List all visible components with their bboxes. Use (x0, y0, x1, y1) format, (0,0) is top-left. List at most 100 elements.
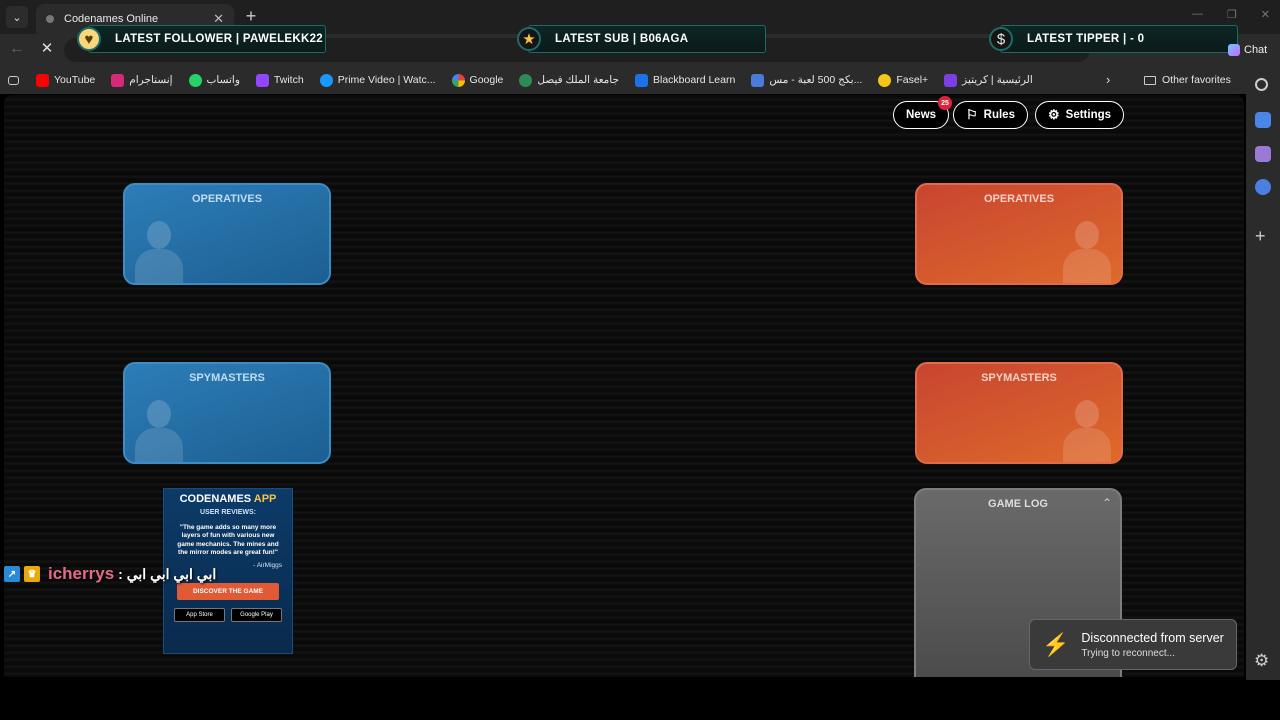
close-window-icon[interactable]: ✕ (1261, 8, 1270, 21)
copilot-chat-icon (1228, 44, 1240, 56)
creators-icon (944, 73, 958, 87)
bookmark-label: Prime Video | Watc... (337, 74, 436, 86)
chat-button[interactable]: Chat (1228, 40, 1267, 60)
back-arrow-icon[interactable]: ← (8, 40, 26, 58)
game-log-label: GAME LOG (988, 498, 1048, 510)
blue-operatives-label: OPERATIVES (191, 193, 263, 205)
other-favorites-label: Other favorites (1162, 74, 1231, 86)
crown-badge-icon: ♛ (24, 566, 40, 582)
news-button[interactable]: News 25 (893, 96, 953, 129)
vip-badge-icon: ↗ (4, 566, 20, 582)
toast-subtitle: Trying to reconnect... (1081, 647, 1175, 659)
chat-username: icherrys (48, 564, 115, 583)
ad-title: CODENAMES APP (164, 493, 292, 505)
discover-game-button[interactable]: DISCOVER THE GAME (177, 582, 279, 600)
bookmark-label: إنستاجرام (129, 74, 173, 86)
stop-loading-icon[interactable]: ✕ (38, 40, 56, 58)
red-operative-avatar (1059, 211, 1115, 283)
gear-icon: ⚙ (1048, 107, 1060, 122)
ad-review-quote: "The game adds so many more layers of fu… (177, 524, 279, 557)
whatsapp-icon (188, 73, 202, 87)
search-icon[interactable] (1255, 78, 1268, 91)
news-label: News (906, 109, 937, 121)
bookmark-label: بكج 500 لعبة - مس... (769, 74, 863, 86)
maximize-icon[interactable]: ❐ (1227, 8, 1237, 21)
red-spymasters-panel[interactable]: SPYMASTERS (915, 362, 1123, 464)
window-controls: — ❐ ✕ (1192, 8, 1270, 21)
ad-title-main: CODENAMES (179, 493, 254, 505)
bookmark-whatsapp[interactable]: واتساب (188, 73, 240, 87)
ad-title-app: APP (253, 493, 277, 505)
blue-operative-avatar (131, 211, 187, 283)
chevron-up-icon[interactable]: ⌃ (1102, 496, 1112, 510)
instagram-icon (111, 73, 125, 87)
edge-sidebar: + ⚙ (1246, 66, 1280, 680)
minimize-icon[interactable]: — (1192, 8, 1203, 21)
store-badges: App Store Google Play (164, 607, 292, 622)
disconnected-toast: ⚡ Disconnected from server Trying to rec… (1029, 619, 1237, 670)
blackboard-icon (635, 73, 648, 87)
bookmarks-more-chevron-icon[interactable]: › (1106, 72, 1110, 87)
news-count-badge: 25 (938, 96, 953, 110)
prime-video-icon (319, 73, 333, 87)
red-operatives-panel[interactable]: OPERATIVES (915, 183, 1123, 285)
bookmark-blackboard[interactable]: Blackboard Learn (635, 73, 736, 87)
bookmark-prime-video[interactable]: Prime Video | Watc... (319, 73, 436, 87)
youtube-icon (36, 73, 49, 87)
latest-follower-ticker: ♥ LATEST FOLLOWER | PAWELEKK22 (77, 25, 326, 53)
settings-button[interactable]: ⚙ Settings (1035, 101, 1125, 129)
games-icon[interactable] (1255, 146, 1271, 162)
chat-message-text: : ابي ابي ابي ابي (118, 565, 217, 582)
bookmark-label: YouTube (54, 74, 96, 86)
blue-spymasters-label: SPYMASTERS (189, 372, 265, 384)
bookmark-kfu[interactable]: جامعة الملك فيصل (519, 73, 619, 87)
fasel-icon (878, 73, 892, 87)
shopping-tag-icon[interactable] (1255, 112, 1271, 128)
red-operatives-label: OPERATIVES (983, 193, 1055, 205)
bookmark-instagram[interactable]: إنستاجرام (111, 73, 173, 87)
google-play-badge[interactable]: Google Play (231, 607, 282, 622)
bookmark-label: Twitch (273, 74, 304, 86)
bookmark-label: الرئيسية | كريتيز (962, 74, 1033, 86)
bookmark-creators[interactable]: الرئيسية | كريتيز (944, 73, 1033, 87)
bookmark-google[interactable]: Google (451, 73, 504, 87)
add-sidebar-app-icon[interactable]: + (1255, 227, 1266, 245)
bookmark-fasel[interactable]: Fasel+ (878, 73, 928, 87)
latest-tipper-text: LATEST TIPPER | - 0 (1027, 33, 1145, 45)
kfu-icon (519, 73, 533, 87)
new-tab-button[interactable]: + (242, 7, 260, 25)
document-icon (751, 73, 765, 87)
red-spymasters-label: SPYMASTERS (981, 372, 1057, 384)
bookmark-twitch[interactable]: Twitch (255, 73, 304, 87)
chat-label: Chat (1244, 44, 1268, 56)
bookmark-label: Blackboard Learn (653, 74, 736, 86)
bookmark-label: واتساب (206, 74, 240, 86)
blue-operatives-panel[interactable]: OPERATIVES (123, 183, 331, 285)
unplugged-icon: ⚡ (1042, 631, 1070, 657)
settings-label: Settings (1065, 109, 1112, 121)
tab-list-chevron-icon[interactable]: ⌄ (6, 6, 28, 28)
heart-icon: ♥ (77, 27, 101, 51)
ad-subtitle: USER REVIEWS: (199, 509, 256, 516)
folder-icon (1144, 75, 1156, 85)
blue-spymasters-panel[interactable]: SPYMASTERS (123, 362, 331, 464)
blue-spymaster-avatar (131, 390, 187, 462)
rules-button[interactable]: ⚐ Rules (953, 101, 1028, 129)
bookmark-label: جامعة الملك فيصل (537, 74, 619, 86)
tab-favicon-icon (46, 15, 54, 23)
other-favorites-folder[interactable]: Other favorites (1144, 66, 1231, 94)
copilot-icon[interactable] (1255, 179, 1271, 195)
red-spymaster-avatar (1059, 390, 1115, 462)
bookmark-label: Google (469, 74, 504, 86)
bookmark-games-doc[interactable]: بكج 500 لعبة - مس... (751, 73, 863, 87)
app-store-badge[interactable]: App Store (174, 607, 225, 622)
google-icon (451, 73, 465, 87)
bookmark-apps-icon[interactable] (8, 75, 24, 85)
bookmark-icon: ⚐ (966, 107, 978, 122)
sidebar-settings-gear-icon[interactable]: ⚙ (1254, 651, 1269, 671)
twitch-icon (255, 73, 269, 87)
bookmark-youtube[interactable]: YouTube (36, 73, 96, 87)
latest-tipper-ticker: $ LATEST TIPPER | - 0 (989, 25, 1238, 53)
dollar-icon: $ (989, 27, 1013, 51)
codenames-page: News 25 ⚐ Rules ⚙ Settings OPERATIVES OP… (4, 95, 1244, 677)
